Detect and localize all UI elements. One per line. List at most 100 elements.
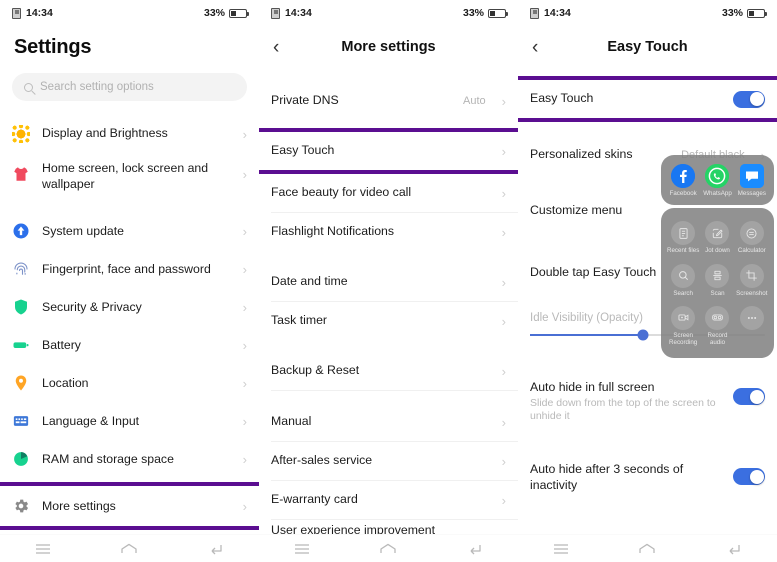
battery-icon — [12, 336, 30, 354]
overlay-tool-screen-recording[interactable]: Screen Recording — [666, 305, 700, 347]
overlay-tool-more[interactable] — [735, 305, 769, 347]
auto-hide-fullscreen-sublabel: Slide down from the top of the screen to… — [530, 396, 716, 423]
overlay-tool-recent-files[interactable]: Recent files — [666, 221, 700, 254]
auto-hide-fullscreen-row[interactable]: Auto hide in full screen Slide down from… — [518, 372, 777, 433]
menu-icon[interactable] — [550, 541, 572, 557]
menu-icon[interactable] — [32, 541, 54, 557]
sidebar-item-home-lock-wallpaper[interactable]: Home screen, lock screen and wallpaper › — [0, 153, 259, 201]
list-item-label: Private DNS — [271, 93, 339, 108]
overlay-tool-label: Record audio — [707, 331, 728, 347]
nav-header: ‹ More settings — [259, 26, 518, 68]
status-bar-time: 14:34 — [544, 7, 571, 19]
section-gap — [0, 200, 259, 213]
home-icon[interactable] — [636, 541, 658, 557]
list-item-flashlight-notifications[interactable]: Flashlight Notifications › — [259, 213, 518, 251]
sidebar-item-display-brightness[interactable]: Display and Brightness › — [0, 115, 259, 153]
easy-touch-toggle[interactable] — [733, 90, 765, 108]
sidebar-item-location[interactable]: Location › — [0, 364, 259, 403]
chevron-right-icon: › — [501, 224, 506, 240]
sim-card-icon — [271, 7, 280, 19]
sidebar-item-fingerprint-face-password[interactable]: Fingerprint, face and password › — [0, 250, 259, 289]
list-item-task-timer[interactable]: Task timer › — [259, 302, 518, 340]
overlay-tool-search[interactable]: Search — [666, 263, 700, 297]
chevron-right-icon: › — [501, 414, 506, 430]
list-item-face-beauty[interactable]: Face beauty for video call › — [259, 174, 518, 212]
list-item-value: Auto — [463, 95, 486, 107]
list-item-label: Easy Touch — [271, 143, 335, 158]
sim-card-icon — [12, 7, 21, 19]
record-audio-icon — [705, 305, 730, 330]
system-nav-bar — [518, 534, 777, 562]
list-item-after-sales-service[interactable]: After-sales service › — [259, 442, 518, 480]
whatsapp-icon — [705, 164, 730, 188]
sidebar-item-ram-storage[interactable]: RAM and storage space › — [0, 440, 259, 479]
list-item-label: Manual — [271, 414, 312, 429]
overlay-tool-label: Calculator — [737, 247, 766, 255]
chevron-right-icon: › — [242, 413, 247, 429]
chevron-right-icon: › — [242, 337, 247, 353]
battery-percent-label: 33% — [462, 7, 484, 19]
battery-icon — [229, 8, 249, 18]
overlay-tool-record-audio[interactable]: Record audio — [700, 305, 734, 347]
home-icon[interactable] — [377, 541, 399, 557]
easy-touch-overlay-preview: Facebook WhatsApp Messages Recent files … — [661, 155, 774, 358]
chevron-right-icon: › — [501, 453, 506, 469]
overlay-tool-jot-down[interactable]: Jot down — [700, 221, 734, 254]
chevron-right-icon: › — [501, 492, 506, 508]
slider-thumb[interactable] — [637, 329, 649, 341]
facebook-icon — [671, 164, 696, 188]
overlay-tool-screenshot[interactable]: Screenshot — [735, 263, 769, 297]
back-icon[interactable] — [464, 541, 486, 557]
calculator-icon — [739, 221, 764, 246]
screen-recording-icon — [671, 305, 696, 330]
auto-hide-inactivity-toggle[interactable] — [733, 468, 765, 486]
section-gap — [259, 251, 518, 263]
list-item-easy-touch[interactable]: Easy Touch › — [259, 128, 518, 174]
sidebar-item-security-privacy[interactable]: Security & Privacy › — [0, 288, 259, 327]
auto-hide-inactivity-row[interactable]: Auto hide after 3 seconds of inactivity — [518, 454, 777, 502]
home-icon[interactable] — [118, 541, 140, 557]
chevron-right-icon: › — [501, 185, 506, 201]
list-item-e-warranty-card[interactable]: E-warranty card › — [259, 481, 518, 519]
easy-touch-toggle-row[interactable]: Easy Touch — [518, 76, 777, 122]
menu-icon[interactable] — [291, 541, 313, 557]
sidebar-item-more-settings[interactable]: More settings › — [0, 482, 259, 531]
overlay-app-messages[interactable]: Messages — [735, 164, 769, 197]
shield-icon — [12, 298, 30, 316]
sidebar-item-battery[interactable]: Battery › — [0, 326, 259, 365]
back-chevron-icon[interactable]: ‹ — [273, 38, 279, 57]
location-pin-icon — [12, 374, 30, 392]
overlay-app-facebook[interactable]: Facebook — [666, 164, 700, 197]
sidebar-item-system-update[interactable]: System update › — [0, 212, 259, 251]
status-bar-left: 14:34 — [12, 7, 53, 19]
sidebar-item-label: Home screen, lock screen and wallpaper — [42, 161, 209, 191]
more-dots-icon — [739, 305, 764, 330]
overlay-tool-scan[interactable]: Scan — [700, 263, 734, 297]
list-item-backup-reset[interactable]: Backup & Reset › — [259, 352, 518, 390]
overlay-tool-label: Search — [673, 289, 693, 297]
overlay-tool-calculator[interactable]: Calculator — [735, 221, 769, 254]
keyboard-icon — [12, 412, 30, 430]
chevron-right-icon: › — [242, 167, 247, 182]
nav-header: ‹ Easy Touch — [518, 26, 777, 68]
back-icon[interactable] — [205, 541, 227, 557]
system-update-icon — [12, 222, 30, 240]
messages-icon — [739, 164, 764, 188]
list-item-private-dns[interactable]: Private DNS Auto › — [259, 82, 518, 120]
auto-hide-inactivity-label: Auto hide after 3 seconds of inactivity — [530, 462, 684, 492]
search-input[interactable]: Search setting options — [12, 73, 247, 101]
battery-percent-label: 33% — [203, 7, 225, 19]
auto-hide-fullscreen-toggle[interactable] — [733, 388, 765, 405]
sidebar-item-language-input[interactable]: Language & Input › — [0, 402, 259, 441]
chevron-right-icon: › — [242, 261, 247, 277]
status-bar-left: 14:34 — [530, 7, 571, 19]
overlay-app-label: Facebook — [669, 190, 697, 197]
battery-icon — [747, 8, 767, 18]
overlay-app-whatsapp[interactable]: WhatsApp — [700, 164, 734, 197]
back-chevron-icon[interactable]: ‹ — [532, 38, 538, 57]
list-item-date-time[interactable]: Date and time › — [259, 263, 518, 301]
chevron-right-icon: › — [501, 313, 506, 329]
phone-screen-easy-touch: 14:34 33% ‹ Easy Touch Easy Touch Person… — [518, 0, 777, 562]
back-icon[interactable] — [723, 541, 745, 557]
list-item-manual[interactable]: Manual › — [259, 403, 518, 441]
